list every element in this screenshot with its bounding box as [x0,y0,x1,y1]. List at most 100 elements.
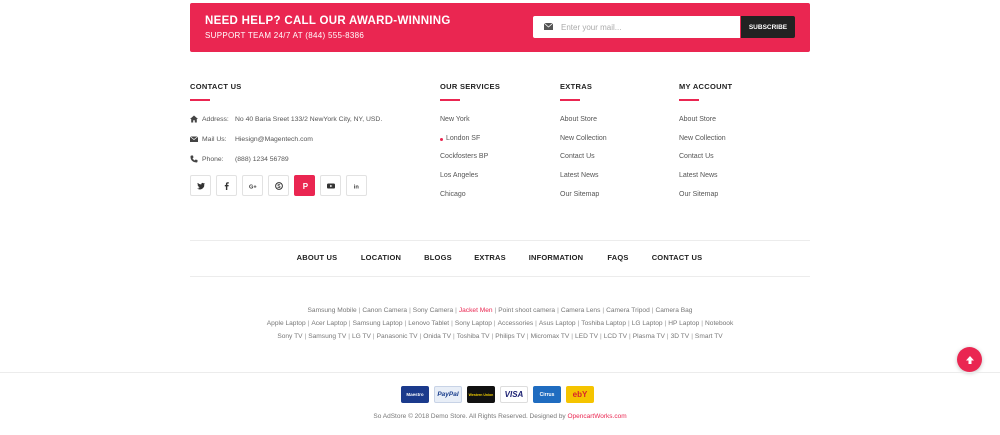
facebook-icon[interactable] [216,175,237,196]
youtube-icon[interactable] [320,175,341,196]
tag-link[interactable]: LED TV [575,333,598,340]
tag-separator: | [599,333,602,340]
account-link[interactable]: About Store [679,116,732,135]
tag-link[interactable]: Camera Bag [655,307,692,314]
extras-link[interactable]: Contact Us [560,153,607,172]
tag-row: Samsung Mobile | Canon Camera | Sony Camera |… [0,307,1000,314]
extras-link[interactable]: Latest News [560,172,607,191]
tag-link[interactable]: Toshiba Laptop [581,320,626,327]
nav-contact-us[interactable]: CONTACT US [652,253,703,262]
tag-link[interactable]: LG Laptop [632,320,663,327]
account-link[interactable]: New Collection [679,135,732,154]
services-link[interactable]: New York [440,116,500,135]
nav-extras[interactable]: EXTRAS [474,253,506,262]
tag-separator: | [304,333,307,340]
tag-link[interactable]: LG TV [352,333,371,340]
divider [190,276,810,277]
subscribe-button[interactable]: SUBSCRIBE [741,16,795,38]
nav-faqs[interactable]: FAQS [607,253,628,262]
title-underline [190,99,210,101]
services-link[interactable]: London SF [440,135,500,154]
services-link[interactable]: Los Angeles [440,172,500,191]
tag-link[interactable]: Apple Laptop [267,320,306,327]
tag-link[interactable]: Sony Laptop [455,320,492,327]
tag-link[interactable]: Samsung Mobile [308,307,357,314]
account-link[interactable]: Our Sitemap [679,191,732,210]
tag-link[interactable]: Smart TV [695,333,723,340]
tag-link[interactable]: Lenovo Tablet [408,320,449,327]
svg-text:P: P [302,182,308,190]
designer-link[interactable]: OpencartWorks.com [568,413,627,420]
extras-link[interactable]: New Collection [560,135,607,154]
tag-link[interactable]: Toshiba TV [457,333,490,340]
tag-row: Apple Laptop | Acer Laptop | Samsung Laptop |… [0,320,1000,327]
tag-link[interactable]: Canon Camera [362,307,407,314]
tag-link[interactable]: Point shoot camera [498,307,555,314]
services-column: OUR SERVICES New York London SF Cockfost… [440,82,500,209]
services-link[interactable]: Chicago [440,191,500,210]
mail-value[interactable]: Hiesign@Magentech.com [235,136,313,143]
envelope-icon [544,23,553,30]
visa-icon: VISA [500,386,528,403]
tag-link[interactable]: Samsung TV [308,333,346,340]
google-plus-icon[interactable]: G+ [242,175,263,196]
western-union-icon: Western Union [467,386,495,403]
nav-about-us[interactable]: ABOUT US [297,253,338,262]
tag-link[interactable]: Accessories [498,320,534,327]
footer-nav: ABOUT US LOCATION BLOGS EXTRAS INFORMATI… [190,253,810,265]
newsletter-banner: NEED HELP? CALL OUR AWARD-WINNING SUPPOR… [190,3,810,52]
tag-separator: | [651,307,654,314]
tag-separator: | [409,307,411,314]
copyright: So AdStore © 2018 Demo Store. All Rights… [0,413,1000,420]
tag-link[interactable]: Camera Lens [561,307,601,314]
linkedin-icon[interactable]: in [346,175,367,196]
nav-location[interactable]: LOCATION [361,253,401,262]
twitter-icon[interactable] [190,175,211,196]
pinterest-icon[interactable]: P [294,175,315,196]
tag-link[interactable]: HP Laptop [668,320,699,327]
cirrus-icon: Cirrus [533,386,561,403]
tag-link[interactable]: Sony TV [277,333,302,340]
tag-separator: | [348,320,351,327]
tag-separator: | [535,320,537,327]
tag-link[interactable]: 3D TV [671,333,690,340]
extras-link[interactable]: Our Sitemap [560,191,607,210]
tag-separator: | [526,333,529,340]
nav-blogs[interactable]: BLOGS [424,253,452,262]
tag-separator: | [419,333,422,340]
address-value: No 40 Baria Sreet 133/2 NewYork City, NY… [235,115,383,123]
account-link[interactable]: Latest News [679,172,732,191]
tag-link[interactable]: Asus Laptop [539,320,576,327]
tag-link[interactable]: Notebook [705,320,733,327]
tag-link[interactable]: Camera Tripod [606,307,650,314]
tag-link[interactable]: Plasma TV [633,333,665,340]
tag-link[interactable]: Jacket Men [459,307,493,314]
tag-link[interactable]: LCD TV [604,333,627,340]
tag-link[interactable]: Panasonic TV [377,333,418,340]
skype-icon[interactable]: S [268,175,289,196]
contact-title: CONTACT US [190,82,242,91]
account-link[interactable]: Contact Us [679,153,732,172]
services-title: OUR SERVICES [440,82,501,91]
tag-separator: | [491,333,494,340]
tag-separator: | [701,320,704,327]
extras-link[interactable]: About Store [560,116,607,135]
tag-link[interactable]: Samsung Laptop [353,320,403,327]
tag-link[interactable]: Sony Camera [413,307,453,314]
tag-link[interactable]: Acer Laptop [311,320,347,327]
services-link[interactable]: Cockfosters BP [440,153,500,172]
address-label: Address: [202,115,229,123]
tag-link[interactable]: Micromax TV [531,333,570,340]
copyright-text: So AdStore © 2018 Demo Store. All Rights… [373,413,568,420]
tag-separator: | [404,320,407,327]
newsletter-email-input[interactable] [533,16,740,38]
social-links: G+ S P in [190,175,367,196]
scroll-to-top-button[interactable] [957,347,982,372]
newsletter-title: NEED HELP? CALL OUR AWARD-WINNING [205,15,451,27]
tag-row: Sony TV | Samsung TV | LG TV | Panasonic TV | On… [0,333,1000,340]
maestro-icon: Maestro [401,386,429,403]
tag-link[interactable]: Philips TV [495,333,525,340]
tag-separator: | [691,333,693,340]
tag-link[interactable]: Onida TV [423,333,451,340]
nav-information[interactable]: INFORMATION [529,253,584,262]
